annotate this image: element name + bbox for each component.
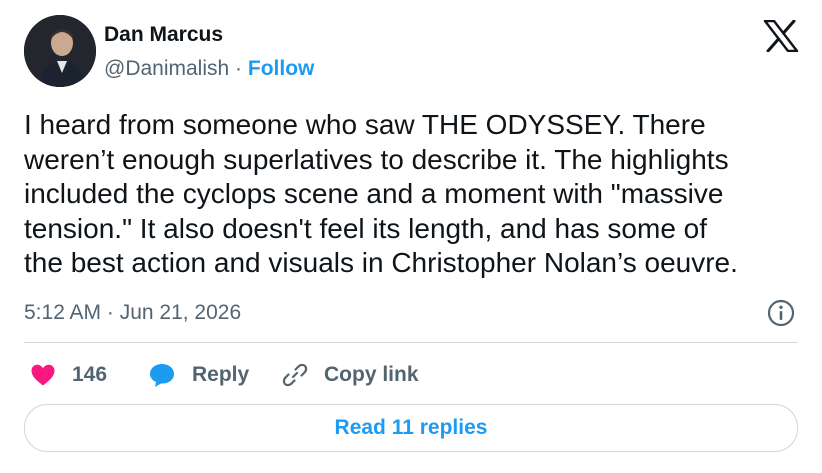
tweet-timestamp[interactable]: 5:12 AM · Jun 21, 2026	[24, 300, 241, 326]
tweet-text-line: included the cyclops scene and a moment …	[24, 178, 724, 209]
author-name[interactable]: Dan Marcus	[104, 22, 223, 48]
follow-button[interactable]: Follow	[248, 57, 315, 80]
like-count: 146	[72, 363, 108, 386]
copy-link-label: Copy link	[324, 363, 419, 386]
avatar[interactable]	[24, 15, 96, 87]
link-icon	[282, 363, 308, 387]
author-handle[interactable]: @Danimalish	[104, 57, 229, 80]
author-handle-row: @Danimalish · Follow	[104, 56, 314, 82]
tweet-text-line: the best action and visuals in Christoph…	[24, 247, 738, 278]
tweet-text: I heard from someone who saw THE ODYSSEY…	[24, 108, 804, 281]
divider	[24, 342, 798, 343]
tweet-text-line: weren’t enough superlatives to describe …	[24, 143, 729, 175]
tweet-embed-card: Dan Marcus @Danimalish · Follow I heard …	[0, 0, 822, 473]
info-icon[interactable]	[766, 298, 796, 328]
reply-bubble-icon	[150, 364, 174, 387]
reply-button[interactable]: Reply	[148, 358, 249, 392]
heart-icon	[31, 364, 55, 386]
copy-link-button[interactable]: Copy link	[282, 358, 419, 392]
handle-separator: ·	[229, 57, 248, 80]
tweet-text-line: tension." It also doesn't feel its lengt…	[24, 212, 708, 244]
read-replies-button[interactable]: Read 11 replies	[24, 404, 798, 452]
x-logo-icon[interactable]	[763, 20, 799, 52]
reply-label: Reply	[192, 363, 250, 386]
like-button[interactable]: 146	[30, 358, 107, 392]
tweet-text-line: I heard from someone who saw THE ODYSSEY…	[24, 109, 706, 140]
